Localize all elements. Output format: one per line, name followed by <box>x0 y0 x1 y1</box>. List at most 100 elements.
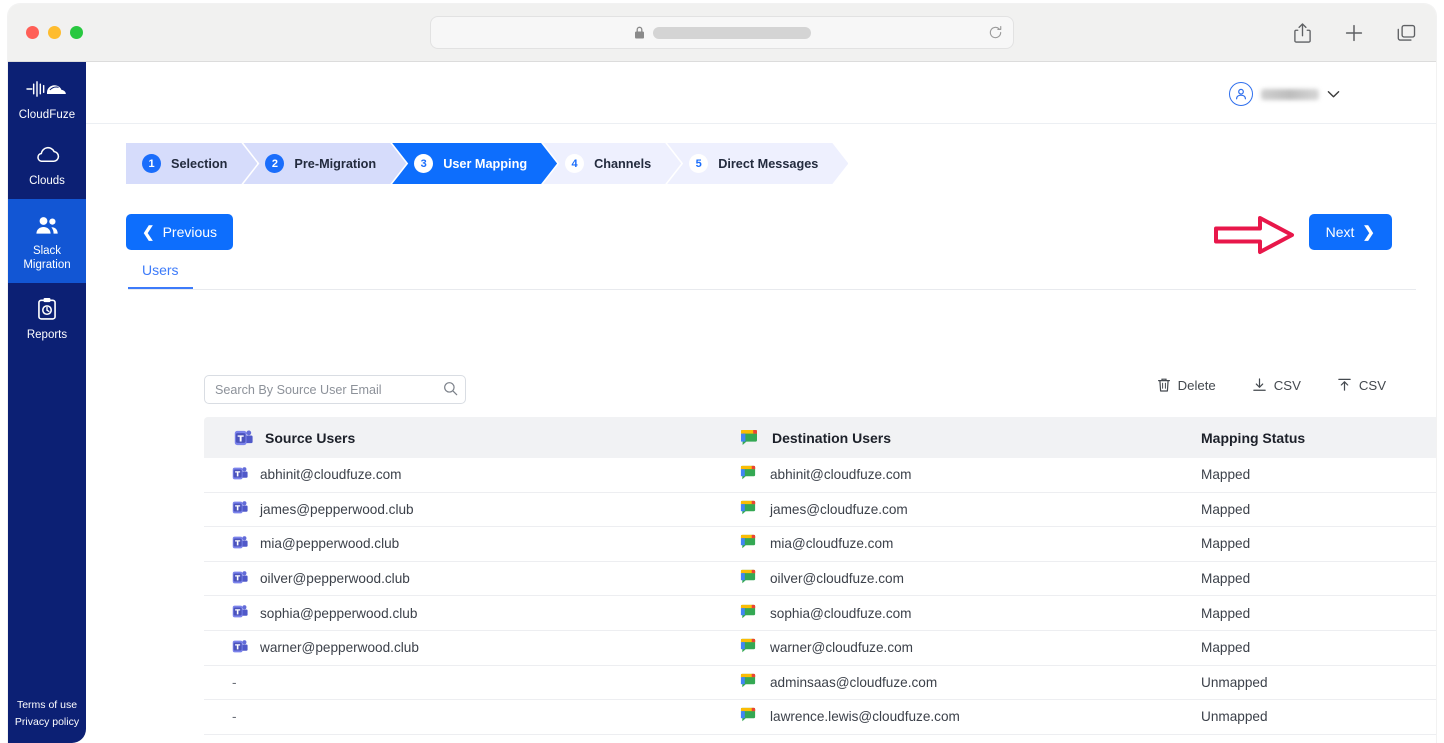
google-chat-icon <box>741 429 757 445</box>
step-user-mapping[interactable]: 3 User Mapping <box>392 143 557 184</box>
cell-mapping-status: Mapped <box>1201 571 1251 587</box>
previous-button[interactable]: ❮ Previous <box>126 214 234 250</box>
table-row[interactable]: james@pepperwood.club james@cloudfuze.com… <box>204 493 1436 528</box>
download-icon <box>1253 378 1266 391</box>
table-row[interactable]: oilver@pepperwood.club oilver@cloudfuze.c… <box>204 562 1436 597</box>
cell-mapping-status: Mapped <box>1201 605 1251 621</box>
destination-user-email: sophia@cloudfuze.com <box>770 605 912 621</box>
source-user-email: mia@pepperwood.club <box>260 536 400 552</box>
google-chat-icon <box>740 707 756 726</box>
table-row[interactable]: warner@pepperwood.club warner@cloudfuze.c… <box>204 631 1436 666</box>
users-icon <box>12 212 82 238</box>
google-chat-icon <box>740 569 756 588</box>
brand-name: CloudFuze <box>18 109 76 121</box>
search-box <box>204 375 466 404</box>
table-body: abhinit@cloudfuze.com abhinit@cloudfuze.c… <box>204 458 1436 737</box>
cell-source-user: oilver@pepperwood.club <box>204 570 728 588</box>
table-rows: abhinit@cloudfuze.com abhinit@cloudfuze.c… <box>204 458 1436 735</box>
account-name-redacted <box>1261 88 1319 100</box>
search-input[interactable] <box>204 375 466 404</box>
address-bar[interactable] <box>430 16 1014 49</box>
tab-overview-icon[interactable] <box>1394 20 1418 46</box>
next-button[interactable]: Next ❯ <box>1308 214 1392 250</box>
account-menu[interactable] <box>1229 82 1340 106</box>
cell-source-user: - <box>204 675 728 690</box>
terms-of-use-link[interactable]: Terms of use <box>8 697 86 714</box>
user-mapping-table: Source Users Destination Users Mapping S… <box>204 417 1436 737</box>
step-number: 5 <box>689 154 708 173</box>
app-page: CloudFuze Clouds Slack Migration Reports… <box>8 62 1436 743</box>
share-icon[interactable] <box>1290 20 1314 46</box>
google-chat-icon <box>740 534 756 553</box>
download-csv-button[interactable]: CSV <box>1252 377 1301 393</box>
maximize-window-button[interactable] <box>70 26 83 39</box>
cloudfuze-logo-icon <box>8 76 86 102</box>
stepper: 1 Selection 2 Pre-Migration 3 User Mappi… <box>126 143 834 184</box>
cell-mapping-status: Mapped <box>1201 467 1251 483</box>
microsoft-teams-icon <box>232 466 248 484</box>
cell-destination-user: james@cloudfuze.com <box>728 500 1178 519</box>
user-circle-icon <box>1229 82 1253 106</box>
sidebar-item-slack-migration[interactable]: Slack Migration <box>8 199 86 283</box>
table-row[interactable]: - lawrence.lewis@cloudfuze.com Unmapped <box>204 700 1436 735</box>
table-header-row: Source Users Destination Users Mapping S… <box>204 417 1436 458</box>
cell-destination-user: warner@cloudfuze.com <box>728 638 1178 657</box>
step-selection[interactable]: 1 Selection <box>126 143 257 184</box>
destination-user-email: lawrence.lewis@cloudfuze.com <box>770 709 960 725</box>
microsoft-teams-icon <box>232 500 248 518</box>
step-number: 4 <box>565 154 584 173</box>
trash-icon <box>1157 378 1170 392</box>
delete-button[interactable]: Delete <box>1157 377 1216 393</box>
step-label: User Mapping <box>443 156 528 171</box>
cell-mapping-status: Mapped <box>1201 501 1251 517</box>
microsoft-teams-icon <box>234 430 253 445</box>
cell-destination-user: abhinit@cloudfuze.com <box>728 465 1178 484</box>
step-direct-messages[interactable]: 5 Direct Messages <box>667 143 848 184</box>
table-row[interactable]: mia@pepperwood.club mia@cloudfuze.com Mapp… <box>204 527 1436 562</box>
lock-icon <box>634 26 644 39</box>
sidebar-item-reports-label: Reports <box>26 329 68 341</box>
upload-icon <box>1338 378 1351 391</box>
google-chat-icon <box>740 465 756 484</box>
search-icon[interactable] <box>443 381 458 396</box>
microsoft-teams-icon <box>232 535 248 553</box>
destination-user-email: oilver@cloudfuze.com <box>770 571 904 587</box>
reload-icon[interactable] <box>988 25 1003 40</box>
sidebar-item-clouds[interactable]: Clouds <box>8 129 86 199</box>
cell-destination-user: sophia@cloudfuze.com <box>728 604 1178 623</box>
address-bar-content <box>431 17 1013 48</box>
table-actions: Delete CSV CSV <box>1157 377 1386 393</box>
chevron-down-icon[interactable] <box>1327 90 1340 99</box>
red-arrow-annotation <box>1214 216 1294 254</box>
column-header-mapping-status: Mapping Status <box>1201 429 1306 446</box>
sidebar-item-reports[interactable]: Reports <box>8 283 86 353</box>
table-row[interactable]: sophia@pepperwood.club sophia@cloudfuze.c… <box>204 596 1436 631</box>
chevron-left-icon: ❮ <box>142 223 155 241</box>
close-window-button[interactable] <box>26 26 39 39</box>
chevron-right-icon: ❯ <box>1362 223 1375 241</box>
step-channels[interactable]: 4 Channels <box>543 143 681 184</box>
new-tab-icon[interactable] <box>1342 20 1366 46</box>
microsoft-teams-icon <box>232 604 248 622</box>
brand[interactable]: CloudFuze <box>8 62 86 121</box>
google-chat-icon <box>740 604 756 623</box>
tab-users[interactable]: Users <box>128 258 193 289</box>
source-user-email: abhinit@cloudfuze.com <box>260 467 402 483</box>
table-row[interactable]: - adminsaas@cloudfuze.com Unmapped <box>204 666 1436 701</box>
step-number: 1 <box>142 154 161 173</box>
privacy-policy-link[interactable]: Privacy policy <box>8 714 86 731</box>
address-bar-url-redacted <box>652 26 811 39</box>
app-topbar <box>86 62 1436 124</box>
step-label: Selection <box>171 156 228 171</box>
step-pre-migration[interactable]: 2 Pre-Migration <box>243 143 406 184</box>
step-number: 2 <box>265 154 284 173</box>
cell-destination-user: mia@cloudfuze.com <box>728 534 1178 553</box>
column-header-source-users-label: Source Users <box>265 429 356 446</box>
cell-mapping-status: Mapped <box>1201 536 1251 552</box>
upload-csv-button[interactable]: CSV <box>1337 377 1386 393</box>
minimize-window-button[interactable] <box>48 26 61 39</box>
traffic-lights <box>26 26 83 39</box>
destination-user-email: mia@cloudfuze.com <box>770 536 894 552</box>
destination-user-email: abhinit@cloudfuze.com <box>770 467 912 483</box>
table-row[interactable]: abhinit@cloudfuze.com abhinit@cloudfuze.c… <box>204 458 1436 493</box>
